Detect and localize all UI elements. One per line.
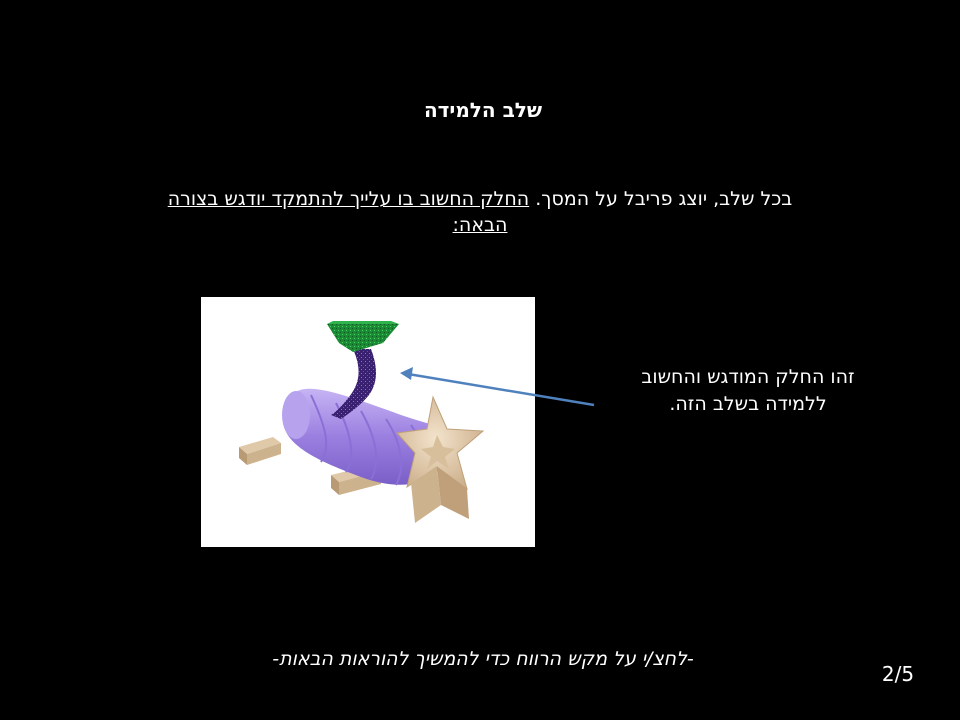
callout-text: זהו החלק המודגש והחשוב ללמידה בשלב הזה. bbox=[641, 366, 855, 415]
slide-title: שלב הלמידה bbox=[423, 98, 543, 122]
intro-plain-text: בכל שלב, יוצג פריבל על המסך. bbox=[529, 188, 793, 210]
continue-instruction: -לחצ/י על מקש הרווח כדי להמשיך להוראות ה… bbox=[272, 648, 694, 670]
page-counter: 2/5 bbox=[881, 662, 915, 686]
example-object-image bbox=[201, 297, 535, 547]
intro-underlined-text: החלק החשוב בו עלייך להתמקד יודגש בצורה ה… bbox=[167, 188, 530, 236]
intro-text: בכל שלב, יוצג פריבל על המסך. החלק החשוב … bbox=[150, 186, 810, 238]
green-funnel bbox=[327, 321, 399, 352]
object-illustration bbox=[239, 321, 485, 523]
left-peg-1 bbox=[239, 437, 281, 465]
